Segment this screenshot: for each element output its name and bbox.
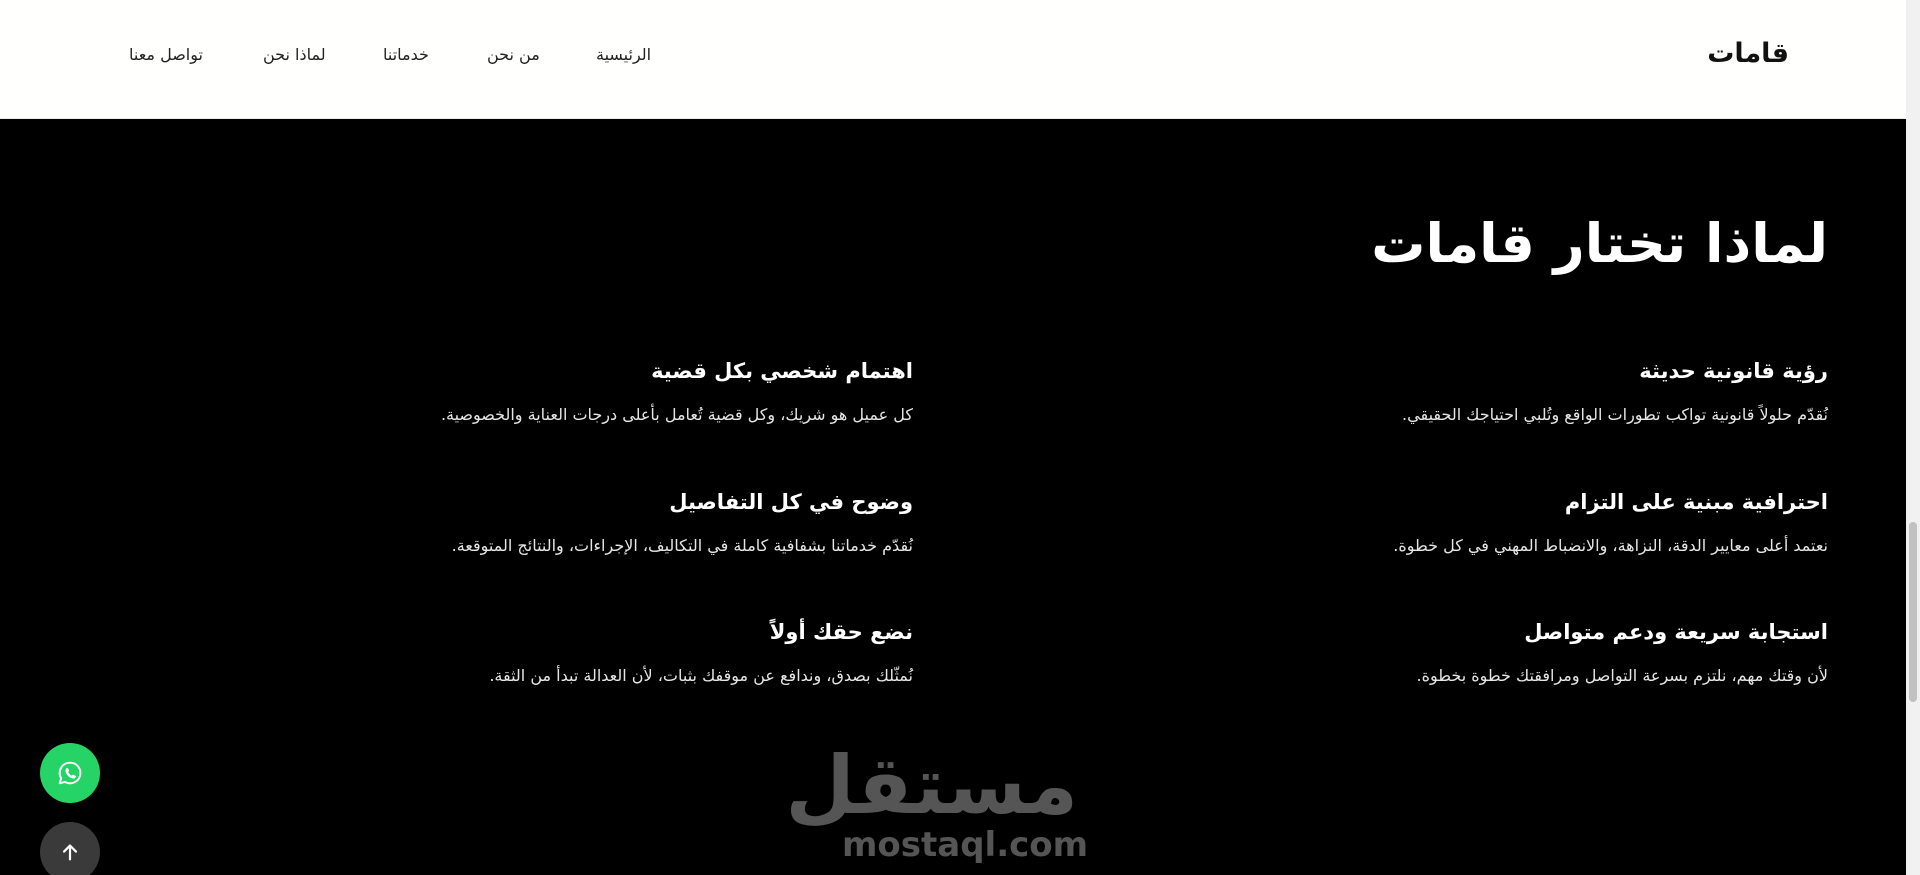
feature-description: نعتمد أعلى معايير الدقة، النزاهة، والانض…: [1393, 536, 1828, 555]
arrow-up-icon: [62, 844, 78, 861]
feature-item: اهتمام شخصي بكل قضية كل عميل هو شريك، وك…: [193, 359, 913, 424]
nav-services[interactable]: خدماتنا: [383, 45, 429, 64]
feature-item: وضوح في كل التفاصيل نُقدّم خدماتنا بشفاف…: [193, 490, 913, 555]
watermark-arabic: مستقل: [785, 739, 1078, 832]
feature-description: نُمثّلك بصدق، وندافع عن موقفك بثبات، لأن…: [489, 666, 913, 685]
feature-title: احترافية مبنية على التزام: [1564, 490, 1828, 514]
feature-item: نضع حقك أولاً نُمثّلك بصدق، وندافع عن مو…: [193, 620, 913, 685]
feature-title: رؤية قانونية حديثة: [1639, 359, 1828, 383]
site-header: قامات الرئيسية من نحن خدماتنا لماذا نحن …: [0, 0, 1906, 119]
scroll-top-button[interactable]: [40, 822, 100, 875]
nav-home[interactable]: الرئيسية: [596, 45, 651, 64]
nav-why-us[interactable]: لماذا نحن: [263, 45, 326, 64]
feature-title: نضع حقك أولاً: [769, 620, 913, 644]
feature-title: وضوح في كل التفاصيل: [669, 490, 913, 514]
feature-description: لأن وقتك مهم، نلتزم بسرعة التواصل ومرافق…: [1416, 666, 1829, 685]
nav-contact[interactable]: تواصل معنا: [129, 45, 203, 64]
page-scrollbar[interactable]: [1906, 0, 1920, 875]
feature-title: استجابة سريعة ودعم متواصل: [1524, 620, 1828, 644]
section-title: لماذا تختار قامات: [1371, 212, 1828, 275]
brand-logo[interactable]: قامات: [1707, 38, 1789, 69]
feature-description: نُقدّم حلولاً قانونية تواكب تطورات الواق…: [1402, 405, 1828, 424]
feature-title: اهتمام شخصي بكل قضية: [651, 359, 913, 383]
scrollbar-thumb[interactable]: [1909, 522, 1917, 702]
feature-item: رؤية قانونية حديثة نُقدّم حلولاً قانونية…: [1108, 359, 1828, 424]
watermark-latin: mostaql.com: [842, 825, 1089, 865]
nav-about[interactable]: من نحن: [487, 45, 540, 64]
whatsapp-icon: [58, 761, 82, 785]
feature-item: احترافية مبنية على التزام نعتمد أعلى معا…: [1108, 490, 1828, 555]
page: قامات الرئيسية من نحن خدماتنا لماذا نحن …: [0, 0, 1906, 875]
feature-description: كل عميل هو شريك، وكل قضية تُعامل بأعلى د…: [440, 405, 913, 424]
whatsapp-button[interactable]: [40, 743, 100, 803]
feature-item: استجابة سريعة ودعم متواصل لأن وقتك مهم، …: [1108, 620, 1829, 685]
feature-description: نُقدّم خدماتنا بشفافية كاملة في التكاليف…: [451, 536, 913, 555]
mostaql-watermark: مستقل mostaql.com: [785, 739, 1089, 865]
